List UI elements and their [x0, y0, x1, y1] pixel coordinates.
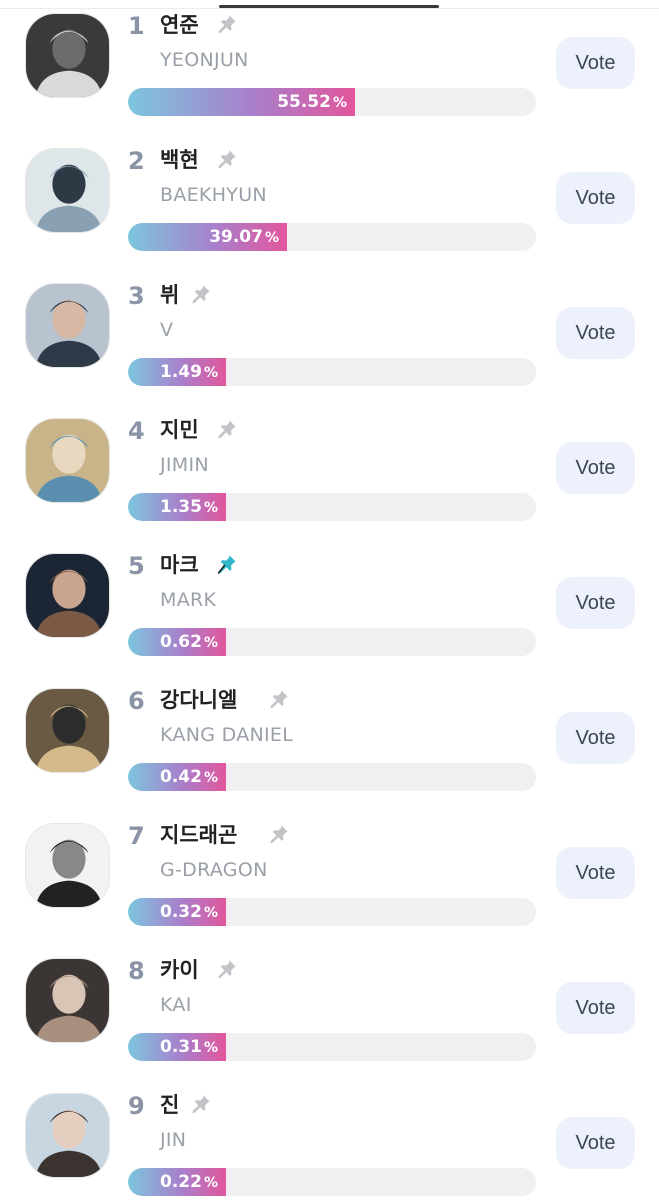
- artist-avatar[interactable]: [25, 823, 110, 908]
- rank-number: 4: [128, 417, 145, 445]
- artist-english-name: KANG DANIEL: [160, 724, 294, 746]
- artist-avatar[interactable]: [25, 148, 110, 233]
- vote-percentage: 0.32%: [160, 898, 218, 926]
- artist-english-name: V: [160, 319, 174, 341]
- ranking-row: 8 카이 KAI 0.31% Vote: [0, 938, 659, 1073]
- pin-icon[interactable]: [216, 553, 238, 575]
- rank-number: 7: [128, 822, 145, 850]
- vote-button[interactable]: Vote: [556, 577, 635, 629]
- artist-korean-name: 카이: [160, 958, 199, 982]
- pin-icon[interactable]: [216, 958, 238, 980]
- artist-korean-name: 진: [160, 1093, 180, 1117]
- vote-progress-track: 1.49%: [128, 358, 536, 386]
- percent-sign: %: [203, 905, 218, 921]
- vote-percentage-value: 1.35: [160, 497, 202, 517]
- artist-korean-name: 연준: [160, 13, 199, 37]
- pin-icon[interactable]: [216, 13, 238, 35]
- percent-sign: %: [203, 365, 218, 381]
- ranking-row: 9 진 JIN 0.22% Vote: [0, 1073, 659, 1200]
- percent-sign: %: [203, 770, 218, 786]
- vote-percentage: 55.52%: [277, 88, 347, 116]
- artist-english-name: KAI: [160, 994, 192, 1016]
- rank-number: 3: [128, 282, 145, 310]
- artist-korean-name: 강다니엘: [160, 688, 238, 712]
- artist-korean-name: 뷔: [160, 283, 180, 307]
- rank-number: 6: [128, 687, 145, 715]
- ranking-row: 4 지민 JIMIN 1.35% Vote: [0, 398, 659, 533]
- pin-icon[interactable]: [190, 283, 212, 305]
- vote-percentage: 0.42%: [160, 763, 218, 791]
- pin-icon[interactable]: [216, 418, 238, 440]
- vote-percentage: 0.22%: [160, 1168, 218, 1196]
- rank-number: 2: [128, 147, 145, 175]
- percent-sign: %: [203, 635, 218, 651]
- vote-button[interactable]: Vote: [556, 712, 635, 764]
- vote-percentage: 0.62%: [160, 628, 218, 656]
- artist-english-name: BAEKHYUN: [160, 184, 267, 206]
- artist-english-name: JIN: [160, 1129, 187, 1151]
- vote-progress-track: 1.35%: [128, 493, 536, 521]
- vote-percentage: 1.35%: [160, 493, 218, 521]
- artist-avatar[interactable]: [25, 688, 110, 773]
- vote-progress-track: 0.42%: [128, 763, 536, 791]
- pin-icon[interactable]: [268, 823, 290, 845]
- vote-progress-track: 0.31%: [128, 1033, 536, 1061]
- percent-sign: %: [264, 230, 279, 246]
- artist-korean-name: 지민: [160, 418, 199, 442]
- artist-english-name: JIMIN: [160, 454, 209, 476]
- vote-button[interactable]: Vote: [556, 847, 635, 899]
- artist-avatar[interactable]: [25, 958, 110, 1043]
- artist-korean-name: 지드래곤: [160, 823, 238, 847]
- vote-percentage-value: 1.49: [160, 362, 202, 382]
- percent-sign: %: [332, 95, 347, 111]
- artist-english-name: MARK: [160, 589, 217, 611]
- percent-sign: %: [203, 500, 218, 516]
- vote-percentage: 1.49%: [160, 358, 218, 386]
- vote-percentage-value: 0.42: [160, 767, 202, 787]
- artist-avatar[interactable]: [25, 283, 110, 368]
- artist-english-name: YEONJUN: [160, 49, 249, 71]
- ranking-row: 2 백현 BAEKHYUN 39.07% Vote: [0, 128, 659, 263]
- rank-number: 1: [128, 12, 145, 40]
- artist-english-name: G-DRAGON: [160, 859, 268, 881]
- pin-icon[interactable]: [190, 1093, 212, 1115]
- vote-button[interactable]: Vote: [556, 982, 635, 1034]
- artist-korean-name: 백현: [160, 148, 199, 172]
- vote-progress-track: 55.52%: [128, 88, 536, 116]
- vote-progress-track: 0.32%: [128, 898, 536, 926]
- vote-progress-track: 39.07%: [128, 223, 536, 251]
- artist-korean-name: 마크: [160, 553, 199, 577]
- vote-percentage-value: 0.31: [160, 1037, 202, 1057]
- artist-avatar[interactable]: [25, 553, 110, 638]
- percent-sign: %: [203, 1040, 218, 1056]
- rank-number: 8: [128, 957, 145, 985]
- vote-button[interactable]: Vote: [556, 172, 635, 224]
- vote-percentage-value: 39.07: [209, 227, 263, 247]
- vote-percentage: 0.31%: [160, 1033, 218, 1061]
- vote-percentage-value: 55.52: [277, 92, 331, 112]
- vote-percentage: 39.07%: [209, 223, 279, 251]
- ranking-row: 7 지드래곤 G-DRAGON 0.32% Vote: [0, 803, 659, 938]
- vote-percentage-value: 0.62: [160, 632, 202, 652]
- pin-icon[interactable]: [268, 688, 290, 710]
- vote-button[interactable]: Vote: [556, 307, 635, 359]
- ranking-row: 1 연준 YEONJUN 55.52% Vote: [0, 0, 659, 128]
- vote-progress-track: 0.62%: [128, 628, 536, 656]
- vote-percentage-value: 0.22: [160, 1172, 202, 1192]
- rank-number: 5: [128, 552, 145, 580]
- percent-sign: %: [203, 1175, 218, 1191]
- artist-avatar[interactable]: [25, 13, 110, 98]
- vote-button[interactable]: Vote: [556, 1117, 635, 1169]
- artist-avatar[interactable]: [25, 418, 110, 503]
- ranking-row: 3 뷔 V 1.49% Vote: [0, 263, 659, 398]
- pin-icon[interactable]: [216, 148, 238, 170]
- ranking-row: 5 마크 MARK 0.62% Vote: [0, 533, 659, 668]
- vote-progress-track: 0.22%: [128, 1168, 536, 1196]
- vote-percentage-value: 0.32: [160, 902, 202, 922]
- artist-avatar[interactable]: [25, 1093, 110, 1178]
- rank-number: 9: [128, 1092, 145, 1120]
- vote-button[interactable]: Vote: [556, 37, 635, 89]
- ranking-row: 6 강다니엘 KANG DANIEL 0.42% Vote: [0, 668, 659, 803]
- vote-button[interactable]: Vote: [556, 442, 635, 494]
